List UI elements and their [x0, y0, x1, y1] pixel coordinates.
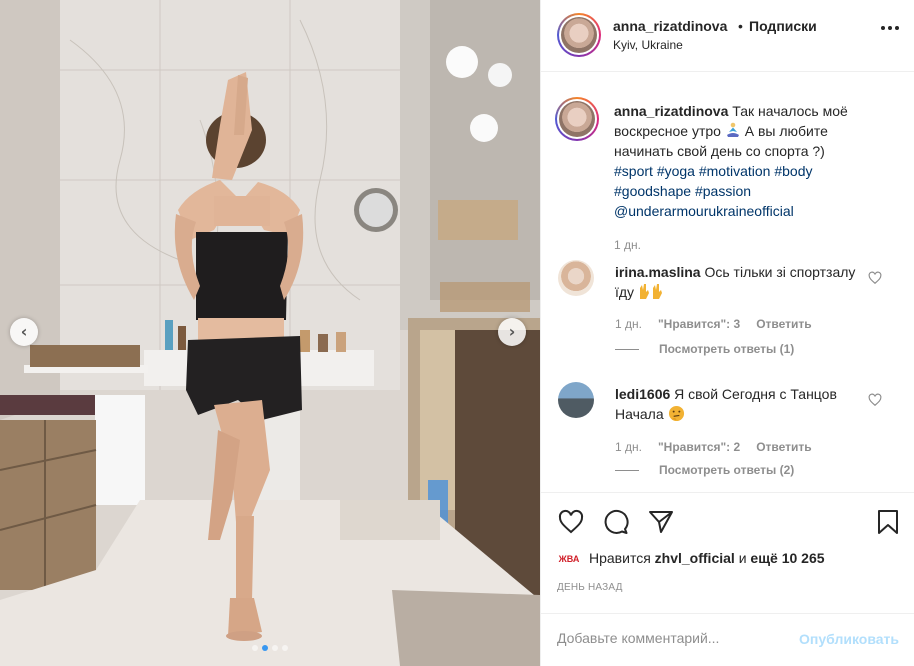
comment-likes[interactable]: "Нравится": 3 — [658, 317, 740, 331]
like-comment-heart-icon[interactable] — [868, 393, 882, 407]
following-button[interactable]: Подписки — [749, 18, 817, 34]
likes-summary[interactable]: ЖВА Нравится zhvl_official и ещё 10 265 — [557, 550, 825, 566]
publish-button[interactable]: Опубликовать — [799, 631, 899, 647]
carousel-dot — [252, 645, 258, 651]
chevron-left-icon: ‹ — [20, 322, 28, 341]
comment-username[interactable]: ledi1606 — [615, 386, 670, 402]
comment-icon[interactable] — [603, 509, 629, 535]
comment-likes[interactable]: "Нравится": 2 — [658, 440, 740, 454]
author-avatar[interactable] — [557, 13, 601, 57]
heart-icon[interactable] — [558, 509, 584, 535]
view-replies-button[interactable]: Посмотреть ответы (1) — [615, 342, 794, 356]
caption-avatar[interactable] — [555, 97, 599, 141]
likes-mid: и — [738, 550, 747, 566]
author-username[interactable]: anna_rizatdinova — [613, 18, 727, 34]
more-horizontal-icon[interactable] — [881, 26, 899, 30]
post-date[interactable]: ДЕНЬ НАЗАД — [557, 582, 623, 593]
mention-link[interactable]: @underarmourukraineofficial — [614, 203, 794, 219]
liker-username[interactable]: zhvl_official — [655, 550, 735, 566]
liker-avatar[interactable]: ЖВА — [557, 551, 581, 565]
comment-username[interactable]: irina.maslina — [615, 264, 701, 280]
carousel-next-button[interactable]: › — [498, 318, 526, 346]
post-sidebar: anna_rizatdinova • Подписки Kyiv, Ukrain… — [540, 0, 914, 666]
post-location[interactable]: Kyiv, Ukraine — [613, 38, 683, 52]
comment-avatar-ledi[interactable] — [558, 382, 594, 418]
carousel-dot — [262, 645, 268, 651]
view-replies-label: Посмотреть ответы (1) — [659, 342, 795, 356]
photo-illustration — [0, 0, 540, 666]
carousel-dot — [282, 645, 288, 651]
post-caption: anna_rizatdinova Так началось моё воскре… — [614, 101, 884, 221]
hashtag-yoga[interactable]: #yoga — [657, 163, 695, 179]
carousel-indicator — [0, 645, 540, 651]
hashtag-motivation[interactable]: #motivation — [699, 163, 771, 179]
hashtag-passion[interactable]: #passion — [695, 183, 751, 199]
caption-time[interactable]: 1 дн. — [614, 238, 641, 252]
person-in-lotus-position-icon — [726, 122, 739, 137]
thinking-face-icon — [668, 405, 684, 422]
comment-meta: 1 дн. "Нравится": 2 Ответить — [615, 440, 812, 454]
hashtag-goodshape[interactable]: #goodshape — [614, 183, 691, 199]
svg-text:ЖВА: ЖВА — [558, 554, 580, 564]
comment-input[interactable] — [557, 630, 777, 646]
share-icon[interactable] — [648, 509, 674, 535]
view-replies-label: Посмотреть ответы (2) — [659, 463, 795, 477]
hashtag-sport[interactable]: #sport — [614, 163, 653, 179]
caption-username[interactable]: anna_rizatdinova — [614, 103, 728, 119]
comment-irina: irina.maslina Ось тільки зі спортзалу їд… — [615, 262, 865, 302]
likes-prefix: Нравится — [589, 550, 651, 566]
carousel-dot — [272, 645, 278, 651]
reply-button[interactable]: Ответить — [756, 317, 811, 331]
post-header: anna_rizatdinova • Подписки Kyiv, Ukrain… — [541, 0, 914, 72]
add-comment-form: Опубликовать — [541, 613, 914, 666]
comment-time[interactable]: 1 дн. — [615, 317, 642, 331]
comment-meta: 1 дн. "Нравится": 3 Ответить — [615, 317, 812, 331]
view-replies-button[interactable]: Посмотреть ответы (2) — [615, 463, 794, 477]
like-comment-heart-icon[interactable] — [868, 271, 882, 285]
comment-ledi: ledi1606 Я свой Сегодня с Танцов Начала — [615, 384, 865, 424]
header-separator: • — [738, 18, 743, 34]
comment-time[interactable]: 1 дн. — [615, 440, 642, 454]
raised-hands-icon — [639, 284, 662, 299]
bookmark-icon[interactable] — [875, 509, 901, 535]
chevron-right-icon: › — [508, 322, 516, 341]
hashtag-body[interactable]: #body — [774, 163, 812, 179]
post-photo[interactable]: ‹ › — [0, 0, 540, 666]
carousel-prev-button[interactable]: ‹ — [10, 318, 38, 346]
comment-avatar-irina[interactable] — [558, 260, 594, 296]
post-actions: ЖВА Нравится zhvl_official и ещё 10 265 … — [541, 492, 914, 666]
likes-count[interactable]: ещё 10 265 — [750, 550, 824, 566]
reply-button[interactable]: Ответить — [756, 440, 811, 454]
